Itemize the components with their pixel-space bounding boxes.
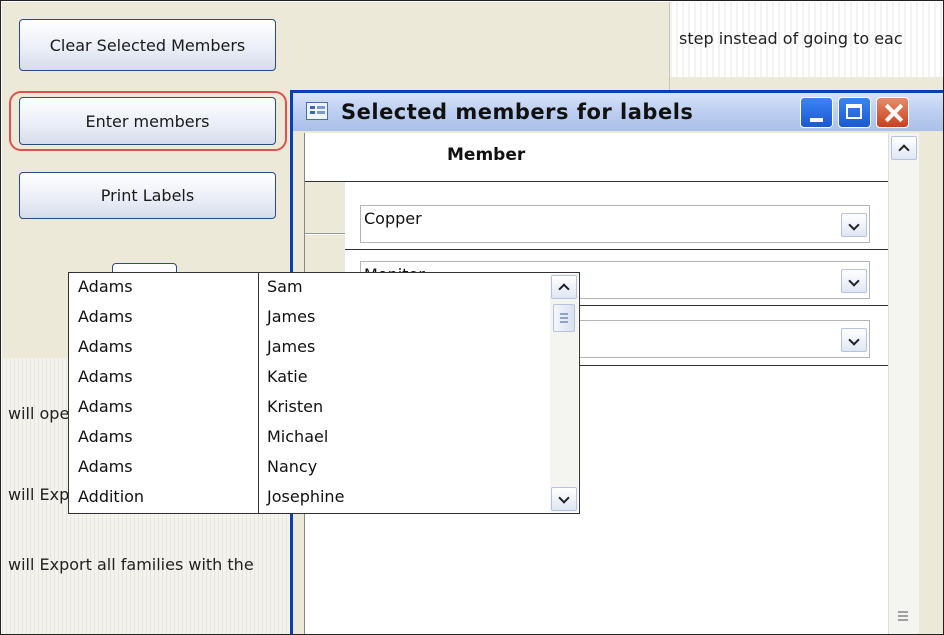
last-name: Adams — [78, 307, 133, 326]
last-name: Adams — [78, 397, 133, 416]
instruction-text: step instead of going to eac — [679, 29, 903, 48]
dialog-title: Selected members for labels — [341, 100, 694, 124]
scroll-thumb[interactable] — [553, 304, 575, 332]
first-name: Sam — [267, 277, 303, 296]
scroll-up-icon[interactable] — [551, 275, 577, 299]
list-item[interactable]: Adams Katie — [69, 363, 549, 393]
first-name: Michael — [267, 427, 329, 446]
close-button[interactable] — [876, 97, 909, 128]
list-item[interactable]: Adams Sam — [69, 273, 549, 303]
last-name: Addition — [78, 487, 145, 506]
member-combo-value: Copper — [364, 209, 422, 228]
list-item[interactable]: Adams Michael — [69, 423, 549, 453]
minimize-button[interactable] — [800, 97, 833, 128]
enter-members-button[interactable]: Enter members — [19, 97, 276, 145]
screen: step instead of going to eac will open a… — [0, 0, 944, 635]
list-item[interactable]: Addition Josephine — [69, 483, 549, 513]
instruction-line-3: will Export all families with the — [8, 555, 254, 574]
maximize-button[interactable] — [838, 97, 871, 128]
record-selector-1[interactable] — [305, 182, 345, 234]
clear-selected-members-button[interactable]: Clear Selected Members — [19, 19, 276, 71]
scroll-up-icon[interactable] — [891, 136, 917, 160]
first-name: Katie — [267, 367, 308, 386]
first-name: Kristen — [267, 397, 324, 416]
member-combo-1[interactable]: Copper — [360, 205, 870, 243]
last-name: Adams — [78, 427, 133, 446]
last-name: Adams — [78, 367, 133, 386]
first-name: Josephine — [267, 487, 345, 506]
dropdown-arrow-icon[interactable] — [841, 328, 867, 352]
last-name: Adams — [78, 457, 133, 476]
column-header-member: Member — [447, 145, 526, 165]
last-name: Adams — [78, 277, 133, 296]
list-item[interactable]: Adams Kristen — [69, 393, 549, 423]
form-scrollbar[interactable] — [888, 133, 919, 634]
first-name: James — [267, 307, 316, 326]
print-labels-button[interactable]: Print Labels — [19, 172, 276, 219]
scroll-down-icon[interactable] — [551, 487, 577, 511]
member-dropdown-list[interactable]: Adams Sam Adams James Adams James Adams … — [68, 272, 580, 514]
dropdown-arrow-icon[interactable] — [841, 269, 867, 293]
list-scrollbar[interactable] — [550, 274, 578, 512]
dialog-title-bar[interactable]: Selected members for labels — [293, 93, 943, 131]
dropdown-arrow-icon[interactable] — [841, 213, 867, 237]
form-icon — [306, 102, 328, 120]
list-item[interactable]: Adams James — [69, 303, 549, 333]
list-item[interactable]: Adams Nancy — [69, 453, 549, 483]
list-item[interactable]: Adams James — [69, 333, 549, 363]
first-name: James — [267, 337, 316, 356]
last-name: Adams — [78, 337, 133, 356]
row-divider — [345, 249, 899, 250]
scroll-grip-icon — [898, 611, 908, 613]
column-header-row: Member — [305, 133, 899, 182]
first-name: Nancy — [267, 457, 318, 476]
